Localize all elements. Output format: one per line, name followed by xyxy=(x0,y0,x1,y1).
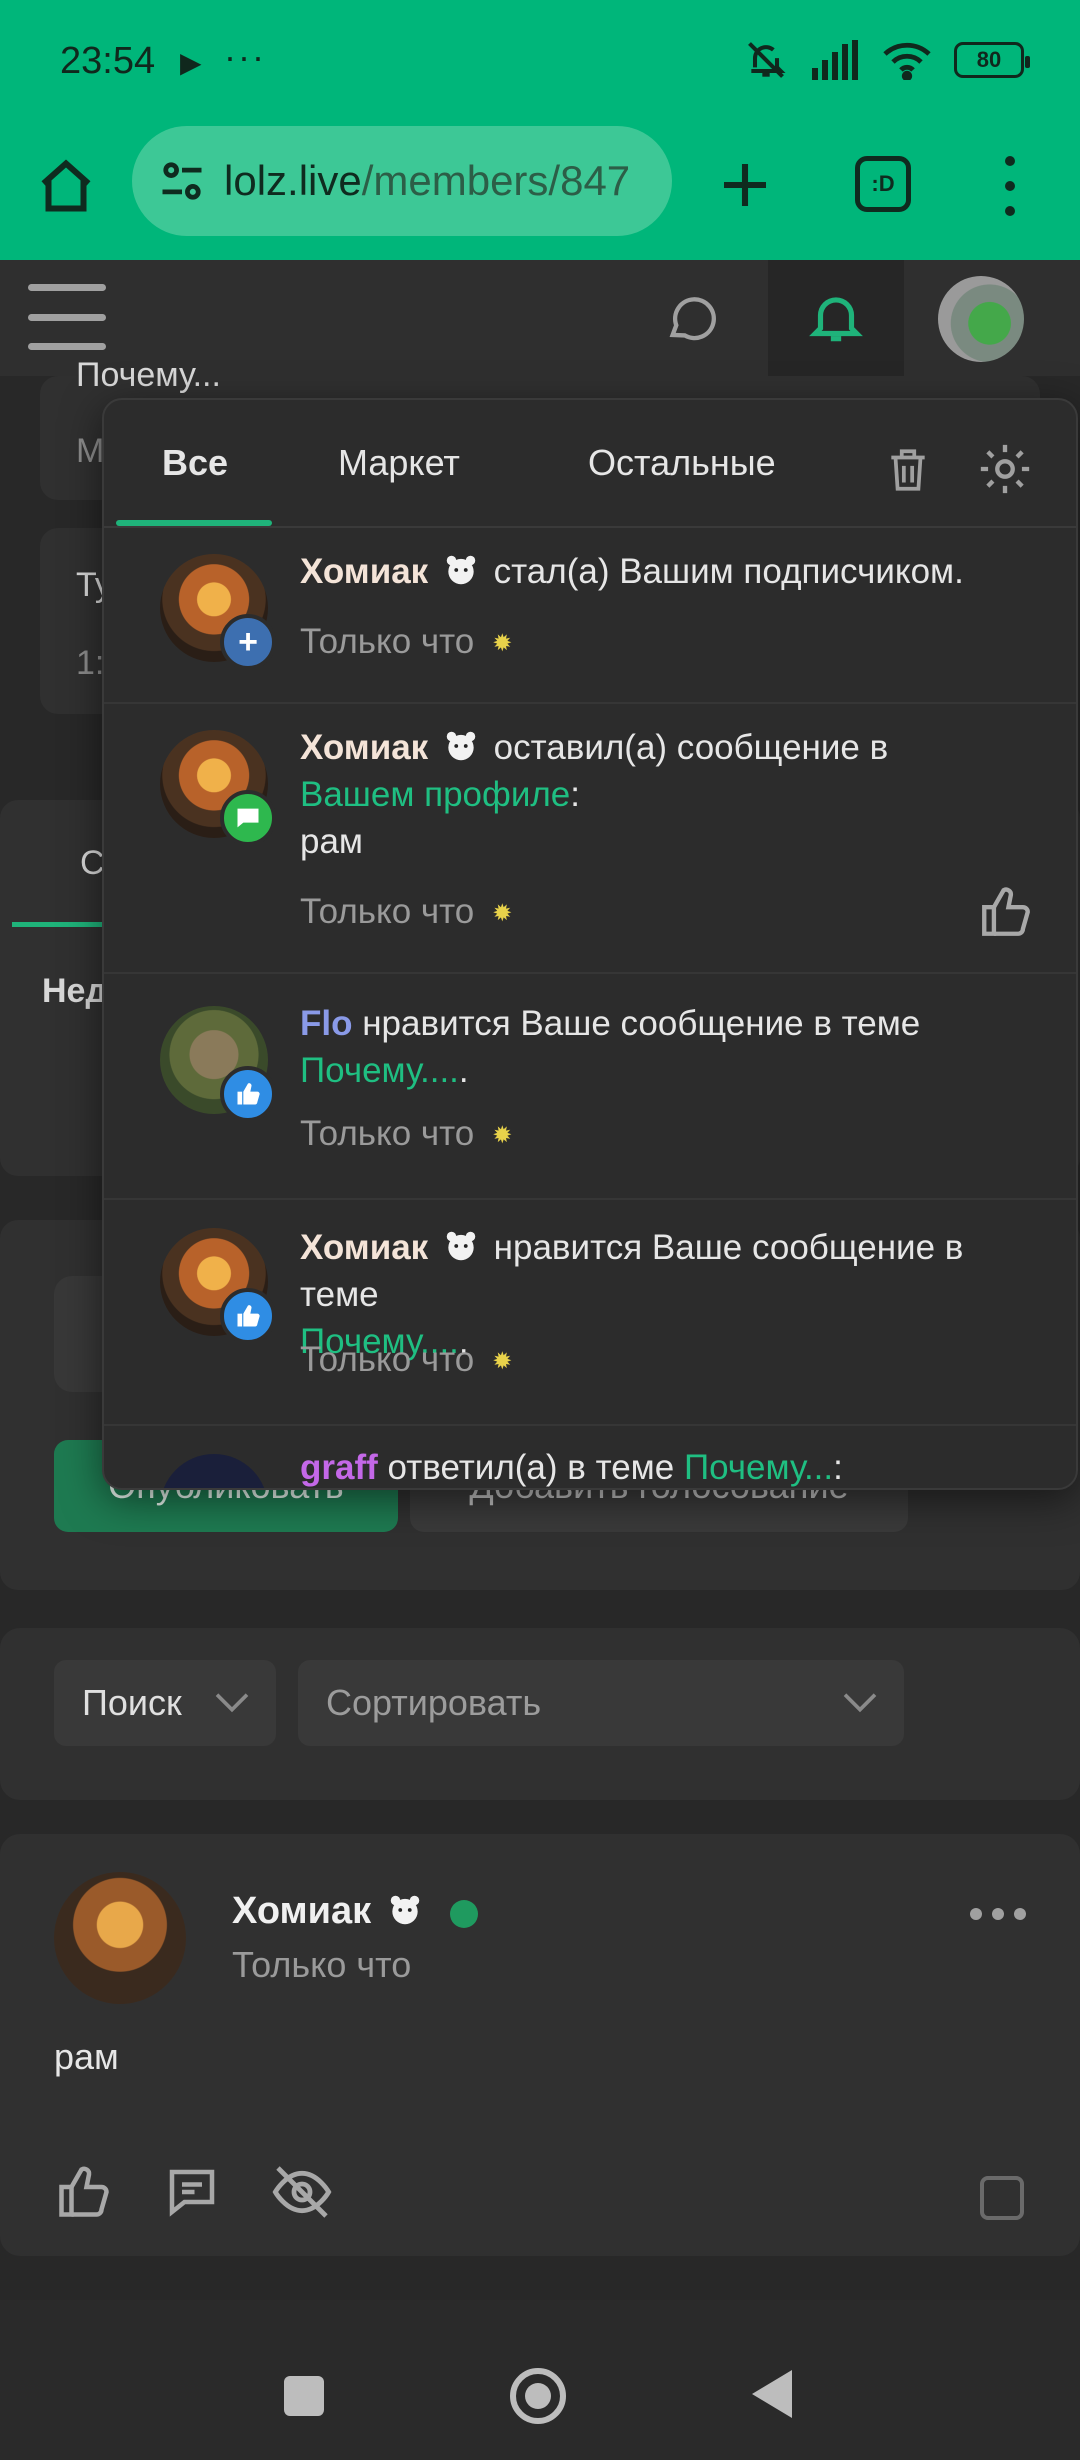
play-icon: ▶ xyxy=(180,47,202,78)
post-time: Только что xyxy=(232,1944,412,1985)
profile-link[interactable]: Вашем профиле xyxy=(300,775,570,814)
gear-icon xyxy=(980,444,1030,494)
home-nav-button[interactable] xyxy=(510,2368,566,2424)
notification-settings-button[interactable] xyxy=(974,438,1036,500)
chevron-down-icon xyxy=(215,1693,249,1713)
menu-icon[interactable] xyxy=(28,284,106,350)
home-button[interactable] xyxy=(30,150,102,222)
notification-message: рам xyxy=(300,822,363,861)
new-tab-button[interactable] xyxy=(710,150,780,220)
comment-icon[interactable] xyxy=(162,2162,222,2222)
battery-icon: 80 xyxy=(954,42,1030,78)
like-button[interactable] xyxy=(974,880,1038,944)
notification-time: Только что ✹ xyxy=(300,1340,513,1379)
section-title: Нед xyxy=(42,972,108,1010)
url-bar[interactable]: lolz.live/members/847 xyxy=(132,126,672,236)
online-status-dot xyxy=(450,1900,478,1928)
notification-text: Хомиак стал(а) Вашим подписчиком. xyxy=(300,552,964,591)
notification-item[interactable]: Хомиак нравится Ваше сообщение в теме По… xyxy=(104,1200,1076,1426)
chat-bubble-icon xyxy=(669,297,716,341)
hamster-icon xyxy=(446,731,476,761)
notification-item[interactable]: Хомиак оставил(а) сообщение в Вашем проф… xyxy=(104,704,1076,974)
notification-item[interactable]: + Хомиак стал(а) Вашим подписчиком. Толь… xyxy=(104,528,1076,704)
more-notifications-icon: ··· xyxy=(224,36,266,77)
new-sparkle-icon: ✹ xyxy=(492,1122,513,1150)
clear-notifications-button[interactable] xyxy=(880,440,936,500)
chevron-down-icon xyxy=(843,1693,877,1713)
mute-icon xyxy=(748,42,786,78)
new-sparkle-icon: ✹ xyxy=(492,900,513,928)
notification-tabs: Все Маркет Остальные xyxy=(104,400,1076,528)
bell-icon xyxy=(809,297,863,342)
status-icons: 80 xyxy=(744,38,1030,82)
thread-link[interactable]: Почему.... xyxy=(300,1051,459,1090)
profile-tab-underline xyxy=(12,922,112,927)
thread-title: Почему... xyxy=(76,356,221,394)
profile-tab[interactable]: С xyxy=(80,844,105,883)
hamster-icon xyxy=(446,1231,476,1261)
recents-button[interactable] xyxy=(284,2376,324,2416)
search-dropdown[interactable]: Поиск xyxy=(54,1660,276,1746)
notification-text: graff ответил(а) в теме Почему...: xyxy=(300,1448,843,1487)
hide-icon[interactable] xyxy=(270,2160,334,2224)
tab-all[interactable]: Все xyxy=(162,442,228,484)
signal-icon xyxy=(812,40,858,80)
notifications-popup: Все Маркет Остальные + Хомиак стал(а) Ва… xyxy=(102,398,1078,1490)
post-author-name[interactable]: Хомиак xyxy=(232,1890,428,1933)
notification-text: Flo нравится Ваше сообщение в теме Почем… xyxy=(300,1004,921,1090)
hamster-icon xyxy=(446,555,476,585)
trash-icon xyxy=(891,449,925,491)
user-avatar[interactable] xyxy=(938,276,1024,362)
active-tab-indicator xyxy=(116,520,272,526)
notification-time: Только что ✹ xyxy=(300,892,513,931)
conversations-button[interactable] xyxy=(650,280,734,356)
thread-link[interactable]: Почему... xyxy=(684,1448,833,1487)
status-time: 23:54 xyxy=(60,40,156,82)
like-icon[interactable] xyxy=(54,2162,114,2222)
post-body: рам xyxy=(54,2036,119,2077)
notification-time: Только что ✹ xyxy=(300,622,513,661)
notifications-button[interactable] xyxy=(768,260,904,376)
sort-dropdown[interactable]: Сортировать xyxy=(298,1660,904,1746)
like-badge-icon xyxy=(220,1288,276,1344)
notification-time: Только что ✹ xyxy=(300,1114,513,1153)
notification-avatar[interactable] xyxy=(160,1454,268,1488)
post-select-checkbox[interactable] xyxy=(980,2176,1024,2220)
home-icon xyxy=(41,159,91,212)
browser-menu-button[interactable] xyxy=(990,150,1030,222)
back-button[interactable] xyxy=(752,2370,792,2418)
post-actions xyxy=(54,2160,334,2224)
like-badge-icon xyxy=(220,1066,276,1122)
thumbs-up-icon xyxy=(982,887,1030,936)
post-more-button[interactable] xyxy=(970,1908,1026,1920)
tabs-button[interactable]: :D xyxy=(855,156,911,212)
post-author-avatar[interactable] xyxy=(54,1872,186,2004)
notification-text: Хомиак оставил(а) сообщение в Вашем проф… xyxy=(300,728,889,861)
browser-toolbar: lolz.live/members/847 :D xyxy=(0,120,1080,260)
hamster-icon xyxy=(390,1895,419,1925)
new-sparkle-icon: ✹ xyxy=(492,630,513,658)
tab-other[interactable]: Остальные xyxy=(588,442,776,484)
message-badge-icon xyxy=(220,790,276,846)
thread-meta: 1: xyxy=(76,644,105,682)
plus-icon xyxy=(724,164,766,206)
wifi-icon xyxy=(883,42,931,80)
notification-item[interactable]: graff ответил(а) в теме Почему...: xyxy=(104,1426,1076,1488)
thread-meta: М xyxy=(76,432,105,470)
new-sparkle-icon: ✹ xyxy=(492,1348,513,1376)
status-bar: 23:54 ▶ ··· 80 xyxy=(0,0,1080,120)
notification-item[interactable]: Flo нравится Ваше сообщение в теме Почем… xyxy=(104,974,1076,1200)
follow-badge-icon: + xyxy=(220,614,276,670)
tab-market[interactable]: Маркет xyxy=(338,442,460,484)
site-settings-icon[interactable] xyxy=(152,151,212,211)
url-text[interactable]: lolz.live/members/847 xyxy=(224,157,630,205)
